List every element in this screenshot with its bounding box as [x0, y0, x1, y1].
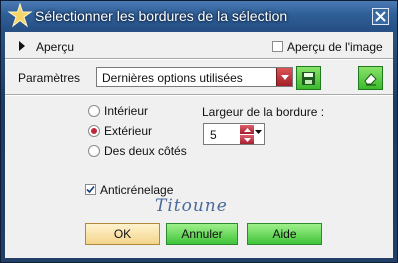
watermark-signature: Titoune	[155, 196, 228, 216]
image-preview-checkbox[interactable]	[272, 41, 283, 52]
eraser-icon	[364, 72, 377, 86]
border-width-value[interactable]: 5	[210, 128, 217, 142]
border-width-stepper[interactable]: 5	[203, 123, 265, 145]
checkmark-icon	[86, 185, 95, 194]
radio-outside[interactable]	[88, 125, 100, 137]
dialog-body: Aperçu Aperçu de l'image Paramètres Dern…	[5, 32, 393, 258]
floppy-disk-icon	[302, 71, 315, 85]
close-button[interactable]	[372, 8, 389, 25]
radio-outside-label[interactable]: Extérieur	[104, 124, 152, 138]
cancel-button[interactable]: Annuler	[166, 223, 238, 245]
decrement-arrow-icon[interactable]	[240, 135, 254, 144]
radio-inside[interactable]	[88, 105, 100, 117]
presets-dropdown[interactable]: Dernières options utilisées	[96, 67, 293, 87]
presets-label: Paramètres	[18, 71, 81, 85]
expand-preview-icon[interactable]	[19, 41, 25, 51]
dialog-window: Sélectionner les bordures de la sélectio…	[0, 0, 398, 263]
divider	[5, 58, 393, 60]
save-preset-button[interactable]	[296, 66, 321, 90]
radio-both-sides-label[interactable]: Des deux côtés	[104, 144, 187, 158]
help-button[interactable]: Aide	[247, 223, 322, 245]
divider	[5, 94, 393, 96]
reset-button[interactable]	[358, 66, 383, 90]
border-width-label: Largeur de la bordure :	[202, 105, 325, 119]
app-star-icon	[7, 3, 33, 28]
antialias-label[interactable]: Anticrénelage	[100, 183, 173, 197]
title-bar[interactable]: Sélectionner les bordures de la sélectio…	[1, 1, 397, 31]
image-preview-label[interactable]: Aperçu de l'image	[287, 40, 383, 54]
window-title: Sélectionner les bordures de la sélectio…	[35, 8, 288, 24]
preview-label[interactable]: Aperçu	[36, 40, 74, 54]
radio-both-sides[interactable]	[88, 145, 100, 157]
stepper-dropdown-icon[interactable]	[255, 130, 262, 134]
presets-value: Dernières options utilisées	[102, 71, 243, 85]
ok-button[interactable]: OK	[85, 223, 160, 245]
increment-arrow-icon[interactable]	[240, 125, 254, 134]
antialias-checkbox[interactable]	[85, 184, 96, 195]
dropdown-arrow-icon[interactable]	[276, 68, 292, 86]
radio-inside-label[interactable]: Intérieur	[104, 104, 148, 118]
close-icon	[375, 11, 386, 22]
